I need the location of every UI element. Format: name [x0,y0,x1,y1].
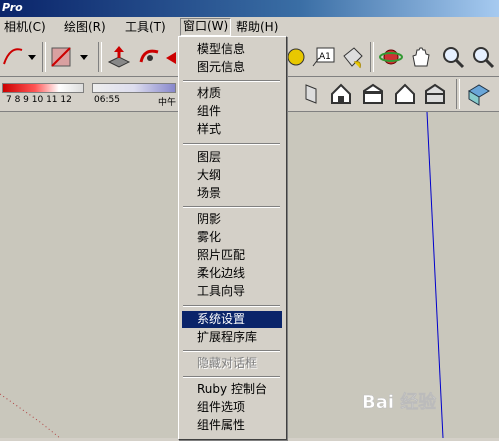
zoom-window-icon[interactable] [470,44,496,70]
pan-hand-icon[interactable] [408,44,434,70]
menu-item-hide-dialogs[interactable]: 隐藏对话框 [182,355,282,372]
menu-item-entity-info[interactable]: 图元信息 [182,59,282,76]
menu-separator [183,143,280,145]
orbit-icon[interactable] [378,44,404,70]
shadow-time-slider[interactable] [92,83,176,93]
toolbar-separator [370,42,374,72]
shadow-noon-label: 中午 [158,98,177,108]
menu-draw[interactable]: 绘图(R) [62,20,108,35]
watermark-text: Bai 经验 [362,391,437,413]
menu-item-match-photo[interactable]: 照片匹配 [182,247,282,264]
text-tool-icon[interactable]: A1 [310,44,336,70]
iso-view-icon[interactable] [466,81,492,107]
toolbar-separator [42,42,46,72]
shadow-month-ticks: 7 8 9 10 11 12 [6,95,72,105]
menu-camera[interactable]: 相机(C) [2,20,48,35]
arc-tool-icon[interactable] [2,44,28,70]
offset-tool-icon[interactable] [164,44,178,70]
menu-item-preferences[interactable]: 系统设置 [182,311,282,328]
menu-item-styles[interactable]: 样式 [182,121,282,138]
back-view-house-icon[interactable] [360,81,386,107]
menu-tools[interactable]: 工具(T) [123,20,168,35]
menu-item-fog[interactable]: 雾化 [182,229,282,246]
left-view-house-icon[interactable] [392,81,418,107]
menu-separator [183,376,280,378]
menu-separator [183,80,280,82]
menu-item-outliner[interactable]: 大纲 [182,167,282,184]
right-view-icon[interactable] [298,81,324,107]
menu-item-extension-warehouse[interactable]: 扩展程序库 [182,329,282,346]
top-view-house-icon[interactable] [422,81,448,107]
menu-item-model-info[interactable]: 模型信息 [182,41,282,58]
toolbar-separator [98,42,102,72]
menu-separator [183,305,280,307]
text-tool-label: A1 [319,52,331,62]
push-pull-icon[interactable] [106,44,132,70]
menu-item-soften-edges[interactable]: 柔化边线 [182,265,282,282]
menu-item-component-attributes[interactable]: 组件属性 [182,417,282,434]
window-menu-dropdown: 模型信息 图元信息 材质 组件 样式 图层 大纲 场景 阴影 雾化 照片匹配 柔… [178,36,287,440]
paint-bucket-icon[interactable] [340,44,366,70]
zoom-icon[interactable] [440,44,466,70]
title-bar: Pro [0,0,499,17]
red-axis-dotted [0,393,61,439]
menu-item-layers[interactable]: 图层 [182,149,282,166]
menu-item-instructor[interactable]: 工具向导 [182,283,282,300]
shape-tool-icon[interactable] [48,44,74,70]
window-title: Pro [2,1,23,14]
front-view-house-icon[interactable] [328,81,354,107]
shadow-month-slider[interactable] [2,83,84,93]
menu-item-materials[interactable]: 材质 [182,85,282,102]
shadow-time-label: 06:55 [94,95,120,105]
shape-dropdown-chevron-down-icon[interactable] [78,44,90,70]
menu-item-scenes[interactable]: 场景 [182,185,282,202]
menu-separator [183,206,280,208]
menu-item-shadows[interactable]: 阴影 [182,211,282,228]
menu-item-component-options[interactable]: 组件选项 [182,399,282,416]
menu-item-ruby-console[interactable]: Ruby 控制台 [182,381,282,398]
menu-window[interactable]: 窗口(W) [180,18,232,36]
menu-item-components[interactable]: 组件 [182,103,282,120]
tape-measure-icon[interactable] [285,44,311,70]
follow-me-icon[interactable] [136,44,162,70]
menu-separator [183,350,280,352]
menu-help[interactable]: 帮助(H) [234,20,280,35]
toolbar-separator [456,79,460,109]
baidu-jingyan-watermark: Bai 经验 [360,384,490,420]
arc-dropdown-chevron-down-icon[interactable] [26,44,38,70]
